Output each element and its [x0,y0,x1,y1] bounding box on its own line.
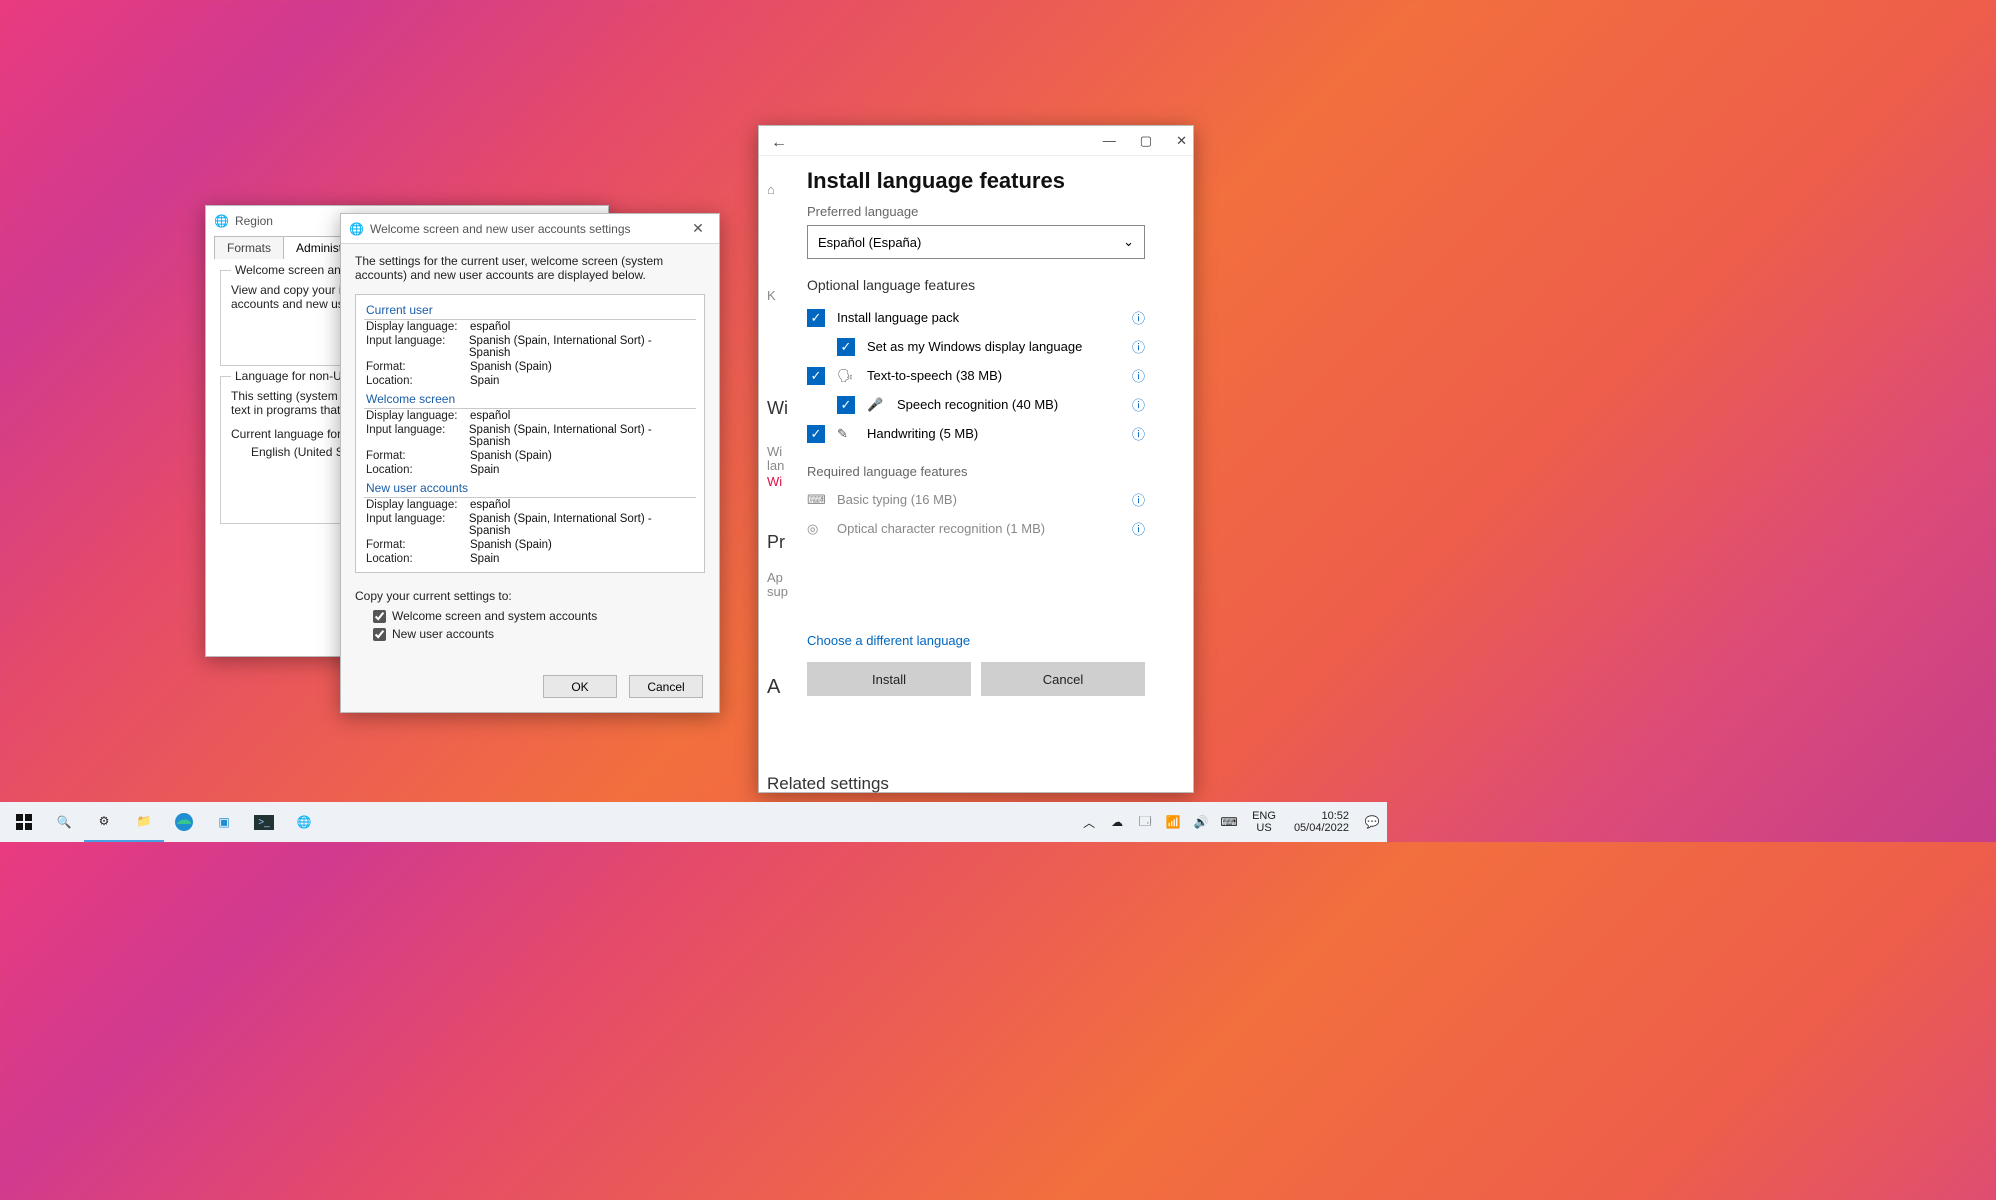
chk-welcome-screen[interactable]: Welcome screen and system accounts [373,607,705,625]
feature-speech[interactable]: ✓ 🎤 Speech recognition (40 MB) ⓘ [837,390,1145,419]
info-icon[interactable]: ⓘ [1132,395,1145,414]
info-icon[interactable]: ⓘ [1132,308,1145,327]
start-button[interactable] [4,802,44,842]
section-current-user: Current user [364,299,696,320]
cancel-button[interactable]: Cancel [981,662,1145,696]
close-icon[interactable]: ✕ [677,220,719,237]
required-ocr: ◎ Optical character recognition (1 MB) ⓘ [807,514,1145,543]
settings-heading: Install language features [807,160,1145,204]
welcome-title: Welcome screen and new user accounts set… [370,222,631,236]
feature-tts[interactable]: ✓ 🗣 Text-to-speech (38 MB) ⓘ [807,361,1145,390]
taskbar: 🔍 ⚙ 📁 ▣ >_ 🌐 ︿ ☁ 🗔 📶 🔊 ⌨ ENG US 10:52 05… [0,802,1387,842]
preferred-language-dropdown[interactable]: Español (España) ⌄ [807,225,1145,259]
welcome-intro: The settings for the current user, welco… [355,254,705,286]
optional-features-title: Optional language features [807,277,1145,293]
checkbox-icon[interactable]: ✓ [807,367,825,385]
ocr-icon: ◎ [807,521,825,537]
checkbox-icon[interactable]: ✓ [807,309,825,327]
ok-button[interactable]: OK [543,675,617,698]
globe-icon: 🌐 [349,222,364,236]
preferred-language-label: Preferred language [807,204,1145,225]
checkbox-icon[interactable]: ✓ [837,338,855,356]
welcome-titlebar[interactable]: 🌐 Welcome screen and new user accounts s… [341,214,719,244]
maximize-icon[interactable]: ▢ [1140,133,1152,149]
taskbar-browser[interactable]: 🌐 [284,802,324,842]
action-center-icon[interactable]: 💬 [1361,815,1383,829]
taskbar-explorer[interactable]: 📁 [124,802,164,842]
accounts-fieldset: Current user Display language:español In… [355,294,705,573]
settings-chrome: ← — ▢ ✕ [759,126,1193,156]
minimize-icon[interactable]: — [1103,133,1116,148]
ime-icon[interactable]: ⌨ [1218,815,1240,829]
taskbar-edge[interactable] [164,802,204,842]
taskbar-settings[interactable]: ⚙ [84,802,124,842]
info-icon[interactable]: ⓘ [1132,337,1145,356]
choose-different-language-link[interactable]: Choose a different language [807,633,1145,648]
cancel-button[interactable]: Cancel [629,675,703,698]
chk1-input[interactable] [373,610,386,623]
checkbox-icon[interactable]: ✓ [837,396,855,414]
settings-window: ← — ▢ ✕ ⌂ K Wi Wi lan Wi Pr Ap sup A Rel… [758,125,1194,793]
copy-label: Copy your current settings to: [355,589,705,603]
microphone-icon: 🎤 [867,397,885,413]
checkbox-icon[interactable]: ✓ [807,425,825,443]
section-welcome-screen: Welcome screen [364,388,696,409]
pen-icon: ✎ [837,426,855,442]
required-typing: ⌨ Basic typing (16 MB) ⓘ [807,485,1145,514]
chevron-down-icon: ⌄ [1123,234,1134,250]
taskbar-language[interactable]: ENG US [1246,810,1282,834]
install-button[interactable]: Install [807,662,971,696]
taskbar-store[interactable]: ▣ [204,802,244,842]
search-button[interactable]: 🔍 [44,802,84,842]
keyboard-icon: ⌨ [807,492,825,508]
home-icon: ⌂ [767,182,775,197]
taskbar-clock[interactable]: 10:52 05/04/2022 [1288,810,1355,834]
taskbar-terminal[interactable]: >_ [244,802,284,842]
feature-handwriting[interactable]: ✓ ✎ Handwriting (5 MB) ⓘ [807,419,1145,448]
feature-language-pack[interactable]: ✓ Install language pack ⓘ [807,303,1145,332]
volume-icon[interactable]: 🔊 [1190,815,1212,829]
back-icon[interactable]: ← [771,134,787,152]
battery-icon[interactable]: 🗔 [1134,812,1156,833]
info-icon[interactable]: ⓘ [1132,424,1145,443]
globe-icon: 🌐 [214,214,229,228]
feature-display-language[interactable]: ✓ Set as my Windows display language ⓘ [837,332,1145,361]
tab-formats[interactable]: Formats [214,236,284,259]
required-features-title: Required language features [807,464,1145,479]
onedrive-icon[interactable]: ☁ [1106,815,1128,829]
chevron-up-icon[interactable]: ︿ [1078,814,1100,831]
dropdown-value: Español (España) [818,235,921,250]
info-icon[interactable]: ⓘ [1132,366,1145,385]
speaker-icon: 🗣 [837,368,855,384]
close-icon[interactable]: ✕ [1176,133,1187,149]
chk2-input[interactable] [373,628,386,641]
wifi-icon[interactable]: 📶 [1162,815,1184,829]
info-icon[interactable]: ⓘ [1132,519,1145,538]
chk-new-user[interactable]: New user accounts [373,625,705,643]
section-new-user: New user accounts [364,477,696,498]
welcome-dialog: 🌐 Welcome screen and new user accounts s… [340,213,720,713]
info-icon[interactable]: ⓘ [1132,490,1145,509]
region-title: Region [235,214,273,228]
